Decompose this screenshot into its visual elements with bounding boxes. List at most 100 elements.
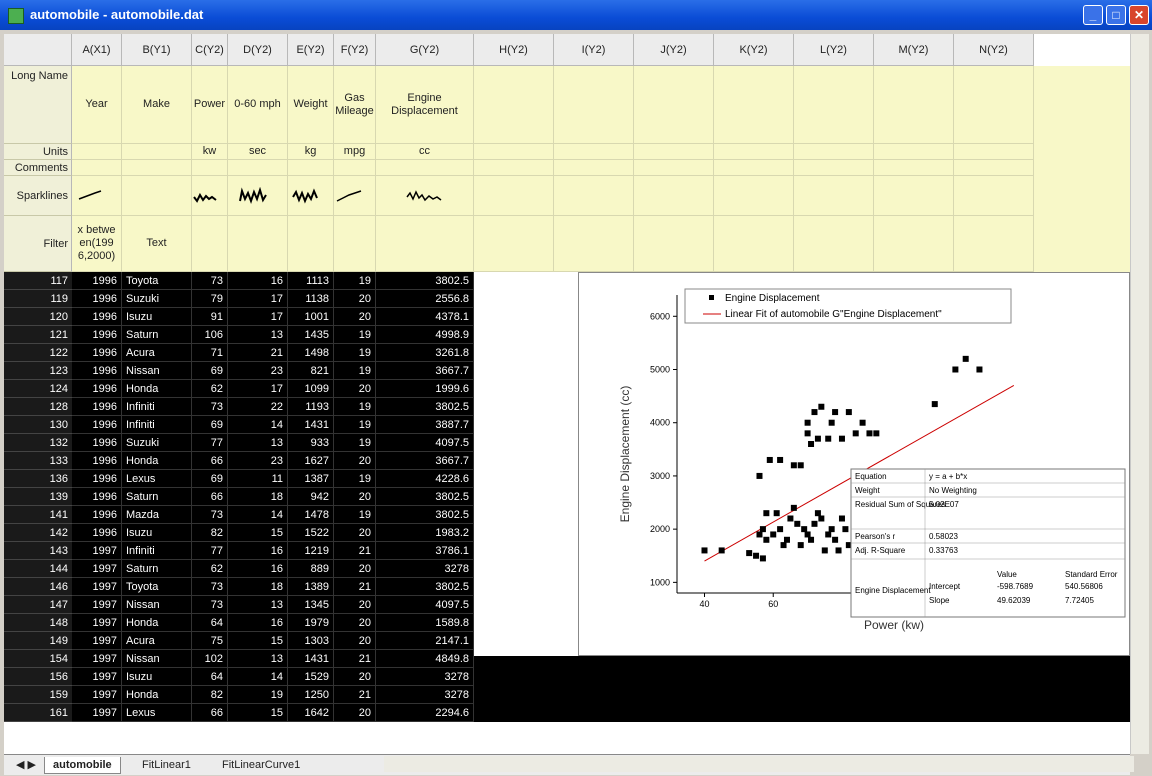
row-number[interactable]: 122 xyxy=(4,344,72,362)
table-cell[interactable]: 1250 xyxy=(288,686,334,704)
col-l-long[interactable] xyxy=(794,66,874,144)
col-c-units[interactable]: kw xyxy=(192,144,228,160)
row-number[interactable]: 144 xyxy=(4,560,72,578)
row-number[interactable]: 143 xyxy=(4,542,72,560)
table-cell[interactable]: 23 xyxy=(228,452,288,470)
table-cell[interactable]: 20 xyxy=(334,290,376,308)
col-k-header[interactable]: K(Y2) xyxy=(714,34,794,66)
col-k-long[interactable] xyxy=(714,66,794,144)
table-cell[interactable]: 4097.5 xyxy=(376,434,474,452)
table-cell[interactable]: 1138 xyxy=(288,290,334,308)
col-c-long[interactable]: Power xyxy=(192,66,228,144)
col-b-filter[interactable]: Text xyxy=(122,216,192,272)
col-g-long[interactable]: Engine Displacement xyxy=(376,66,474,144)
table-cell[interactable]: 4228.6 xyxy=(376,470,474,488)
table-cell[interactable]: 75 xyxy=(192,632,228,650)
table-cell[interactable]: 73 xyxy=(192,506,228,524)
col-c-filter[interactable] xyxy=(192,216,228,272)
table-cell[interactable]: 64 xyxy=(192,614,228,632)
col-l-units[interactable] xyxy=(794,144,874,160)
row-number[interactable]: 141 xyxy=(4,506,72,524)
table-cell[interactable]: 20 xyxy=(334,488,376,506)
col-h-long[interactable] xyxy=(474,66,554,144)
table-cell[interactable]: Infiniti xyxy=(122,542,192,560)
table-cell[interactable]: 14 xyxy=(228,668,288,686)
row-number[interactable]: 120 xyxy=(4,308,72,326)
col-n-sparklines[interactable] xyxy=(954,176,1034,216)
table-cell[interactable]: 19 xyxy=(334,398,376,416)
col-c-header[interactable]: C(Y2) xyxy=(192,34,228,66)
table-cell[interactable]: 1435 xyxy=(288,326,334,344)
table-cell[interactable]: 1996 xyxy=(72,362,122,380)
col-f-header[interactable]: F(Y2) xyxy=(334,34,376,66)
table-cell[interactable]: 3278 xyxy=(376,560,474,578)
table-cell[interactable]: 3667.7 xyxy=(376,452,474,470)
table-cell[interactable]: 77 xyxy=(192,434,228,452)
table-cell[interactable]: Isuzu xyxy=(122,524,192,542)
col-l-header[interactable]: L(Y2) xyxy=(794,34,874,66)
table-cell[interactable]: 69 xyxy=(192,416,228,434)
table-cell[interactable]: 91 xyxy=(192,308,228,326)
col-f-units[interactable]: mpg xyxy=(334,144,376,160)
col-k-units[interactable] xyxy=(714,144,794,160)
table-cell[interactable]: 1997 xyxy=(72,704,122,722)
table-cell[interactable]: Infiniti xyxy=(122,416,192,434)
col-b-header[interactable]: B(Y1) xyxy=(122,34,192,66)
table-cell[interactable]: 13 xyxy=(228,650,288,668)
col-l-sparklines[interactable] xyxy=(794,176,874,216)
scatter-chart[interactable]: 1000 2000 3000 4000 5000 6000 40 60 Power (kw) En… xyxy=(579,273,1130,657)
table-cell[interactable]: 21 xyxy=(334,578,376,596)
table-cell[interactable]: 1589.8 xyxy=(376,614,474,632)
table-cell[interactable]: Isuzu xyxy=(122,668,192,686)
table-cell[interactable]: 22 xyxy=(228,398,288,416)
col-i-header[interactable]: I(Y2) xyxy=(554,34,634,66)
table-cell[interactable]: 2147.1 xyxy=(376,632,474,650)
table-cell[interactable]: Lexus xyxy=(122,470,192,488)
table-cell[interactable]: 4378.1 xyxy=(376,308,474,326)
table-cell[interactable]: 19 xyxy=(334,344,376,362)
col-h-sparklines[interactable] xyxy=(474,176,554,216)
table-cell[interactable]: 71 xyxy=(192,344,228,362)
table-cell[interactable]: 106 xyxy=(192,326,228,344)
table-cell[interactable]: 66 xyxy=(192,704,228,722)
col-j-units[interactable] xyxy=(634,144,714,160)
col-m-filter[interactable] xyxy=(874,216,954,272)
table-cell[interactable]: Honda xyxy=(122,452,192,470)
table-cell[interactable]: 1113 xyxy=(288,272,334,290)
table-cell[interactable]: 1498 xyxy=(288,344,334,362)
col-l-comments[interactable] xyxy=(794,160,874,176)
table-cell[interactable]: 1997 xyxy=(72,560,122,578)
col-d-sparklines[interactable] xyxy=(228,176,288,216)
table-cell[interactable]: Nissan xyxy=(122,596,192,614)
row-number[interactable]: 130 xyxy=(4,416,72,434)
table-cell[interactable]: 1996 xyxy=(72,416,122,434)
table-cell[interactable]: 14 xyxy=(228,416,288,434)
table-cell[interactable]: 1983.2 xyxy=(376,524,474,542)
table-cell[interactable]: 942 xyxy=(288,488,334,506)
table-cell[interactable]: 16 xyxy=(228,614,288,632)
table-cell[interactable]: 62 xyxy=(192,560,228,578)
table-cell[interactable]: 1001 xyxy=(288,308,334,326)
col-a-comments[interactable] xyxy=(72,160,122,176)
col-g-sparklines[interactable] xyxy=(376,176,474,216)
col-a-header[interactable]: A(X1) xyxy=(72,34,122,66)
table-cell[interactable]: 20 xyxy=(334,632,376,650)
table-cell[interactable]: 2556.8 xyxy=(376,290,474,308)
col-a-units[interactable] xyxy=(72,144,122,160)
row-number[interactable]: 119 xyxy=(4,290,72,308)
table-cell[interactable]: 1997 xyxy=(72,614,122,632)
row-number[interactable]: 132 xyxy=(4,434,72,452)
col-a-sparklines[interactable] xyxy=(72,176,122,216)
graph-window[interactable]: 1000 2000 3000 4000 5000 6000 40 60 Power (kw) En… xyxy=(578,272,1130,656)
table-cell[interactable]: 3802.5 xyxy=(376,506,474,524)
table-cell[interactable]: 16 xyxy=(228,542,288,560)
col-b-long[interactable]: Make xyxy=(122,66,192,144)
col-e-sparklines[interactable] xyxy=(288,176,334,216)
table-cell[interactable]: 3802.5 xyxy=(376,272,474,290)
table-cell[interactable]: 4849.8 xyxy=(376,650,474,668)
col-m-header[interactable]: M(Y2) xyxy=(874,34,954,66)
col-m-long[interactable] xyxy=(874,66,954,144)
col-d-header[interactable]: D(Y2) xyxy=(228,34,288,66)
table-cell[interactable]: 19 xyxy=(334,416,376,434)
table-cell[interactable]: 66 xyxy=(192,452,228,470)
